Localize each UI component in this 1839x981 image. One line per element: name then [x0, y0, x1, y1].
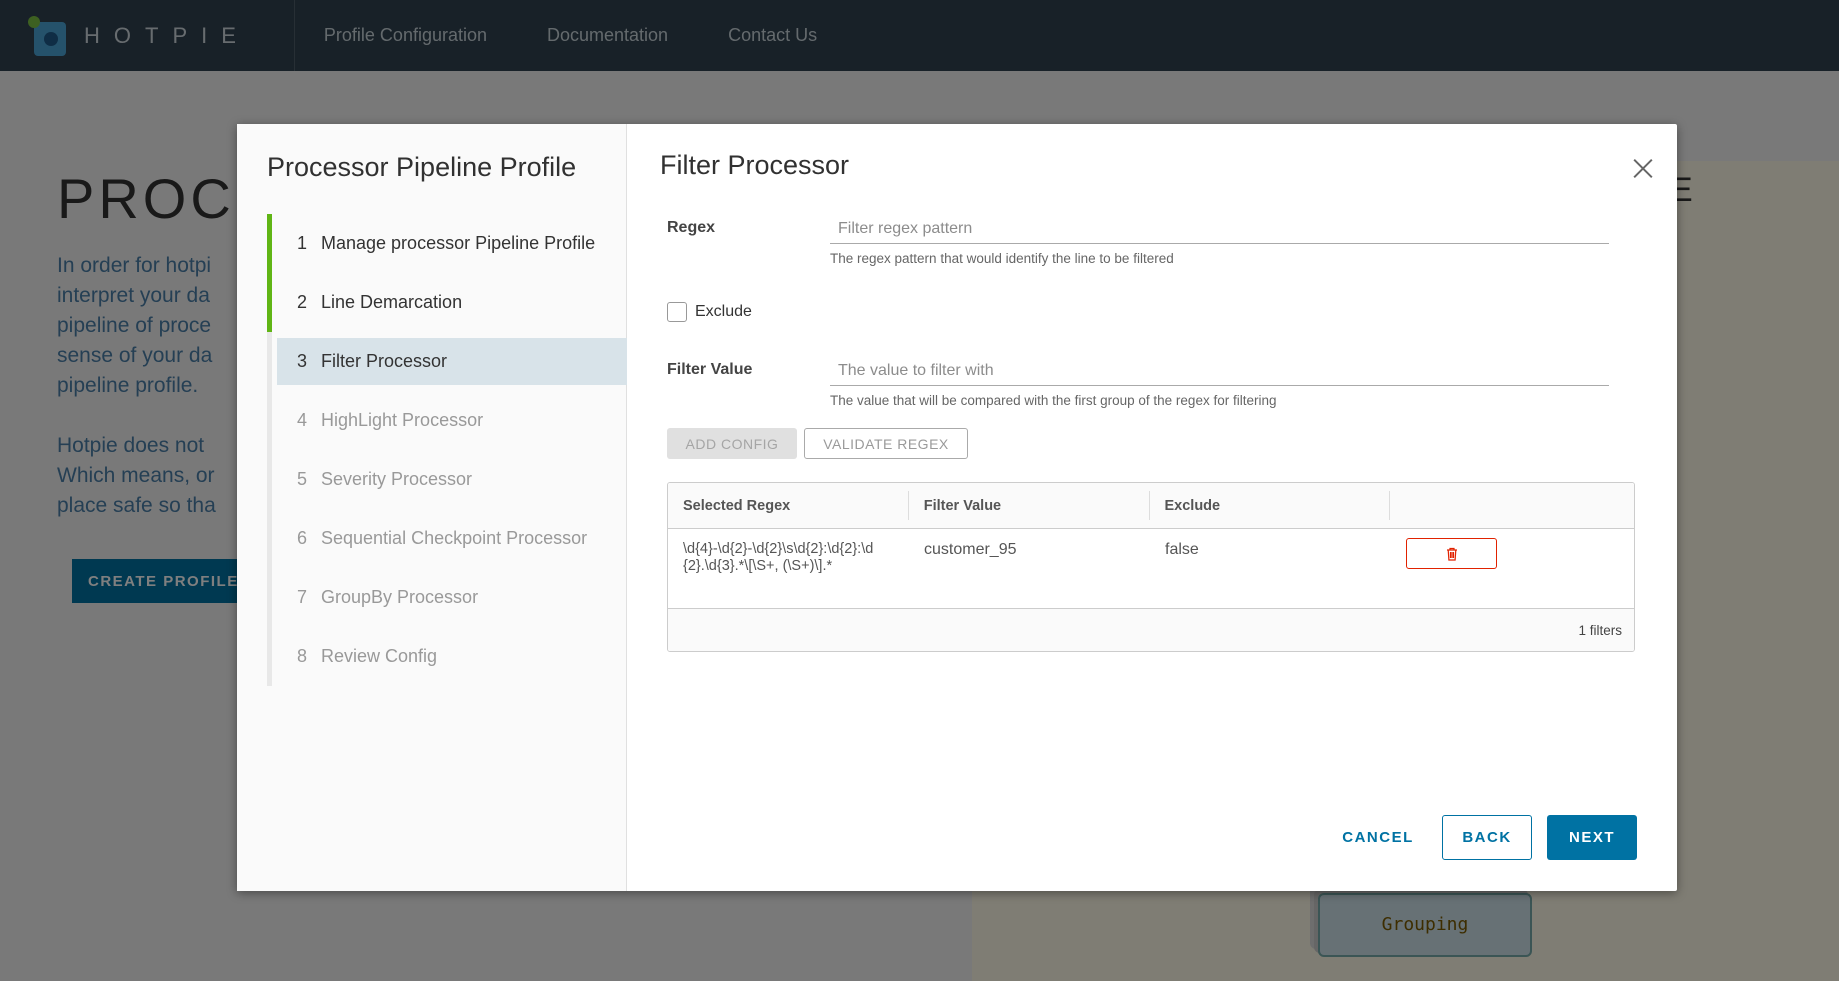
cell-exclude: false — [1165, 541, 1199, 558]
regex-label: Regex — [667, 219, 716, 236]
grid-footer: 1 filters — [668, 609, 1634, 651]
add-config-button[interactable]: ADD CONFIG — [667, 428, 797, 459]
step-groupby-processor[interactable]: 7 GroupBy Processor — [267, 568, 627, 627]
cell-filter-value: customer_95 — [924, 541, 1017, 558]
wizard-stepnav: Processor Pipeline Profile 1 Manage proce… — [237, 124, 627, 891]
regex-input[interactable] — [830, 214, 1609, 244]
pipeline-wizard-modal: Processor Pipeline Profile 1 Manage proce… — [237, 124, 1677, 891]
validate-regex-button[interactable]: VALIDATE REGEX — [804, 428, 968, 459]
wizard-title: Processor Pipeline Profile — [267, 152, 577, 182]
filter-config-grid: Selected Regex Filter Value Exclude \d{4… — [667, 482, 1635, 652]
back-button[interactable]: BACK — [1442, 815, 1532, 860]
column-exclude[interactable]: Exclude — [1150, 491, 1391, 520]
delete-row-button[interactable] — [1406, 538, 1497, 569]
cancel-button[interactable]: CANCEL — [1333, 815, 1423, 860]
grid-header: Selected Regex Filter Value Exclude — [668, 483, 1634, 529]
step-title: Filter Processor — [660, 150, 850, 180]
next-button[interactable]: NEXT — [1547, 815, 1637, 860]
step-severity-processor[interactable]: 5 Severity Processor — [267, 450, 627, 509]
filter-value-input[interactable] — [830, 356, 1609, 386]
cell-actions — [1391, 529, 1632, 608]
step-line-demarcation[interactable]: 2 Line Demarcation — [267, 273, 627, 332]
checkbox-icon[interactable] — [667, 302, 687, 322]
step-highlight-processor[interactable]: 4 HighLight Processor — [267, 391, 627, 450]
exclude-label: Exclude — [695, 303, 752, 320]
wizard-content: Filter Processor Regex The regex pattern… — [627, 124, 1677, 891]
regex-help: The regex pattern that would identify th… — [830, 251, 1174, 266]
step-manage-profile[interactable]: 1 Manage processor Pipeline Profile — [267, 214, 627, 273]
column-filter-value[interactable]: Filter Value — [909, 491, 1150, 520]
table-row: \d{4}-\d{2}-\d{2}\s\d{2}:\d{2}:\d{2}.\d{… — [668, 529, 1634, 609]
column-selected-regex[interactable]: Selected Regex — [668, 491, 909, 520]
cell-regex: \d{4}-\d{2}-\d{2}\s\d{2}:\d{2}:\d{2}.\d{… — [683, 541, 874, 574]
step-sequential-checkpoint[interactable]: 6 Sequential Checkpoint Processor — [267, 509, 627, 568]
step-filter-processor[interactable]: 3 Filter Processor — [267, 332, 627, 391]
step-list: 1 Manage processor Pipeline Profile 2 Line… — [267, 214, 627, 686]
exclude-checkbox[interactable]: Exclude — [667, 302, 752, 322]
filter-value-help: The value that will be compared with the… — [830, 393, 1277, 408]
step-review-config[interactable]: 8 Review Config — [267, 627, 627, 686]
column-actions — [1390, 491, 1634, 520]
close-icon[interactable] — [1631, 156, 1655, 180]
filter-value-label: Filter Value — [667, 361, 753, 378]
trash-icon — [1446, 547, 1457, 561]
